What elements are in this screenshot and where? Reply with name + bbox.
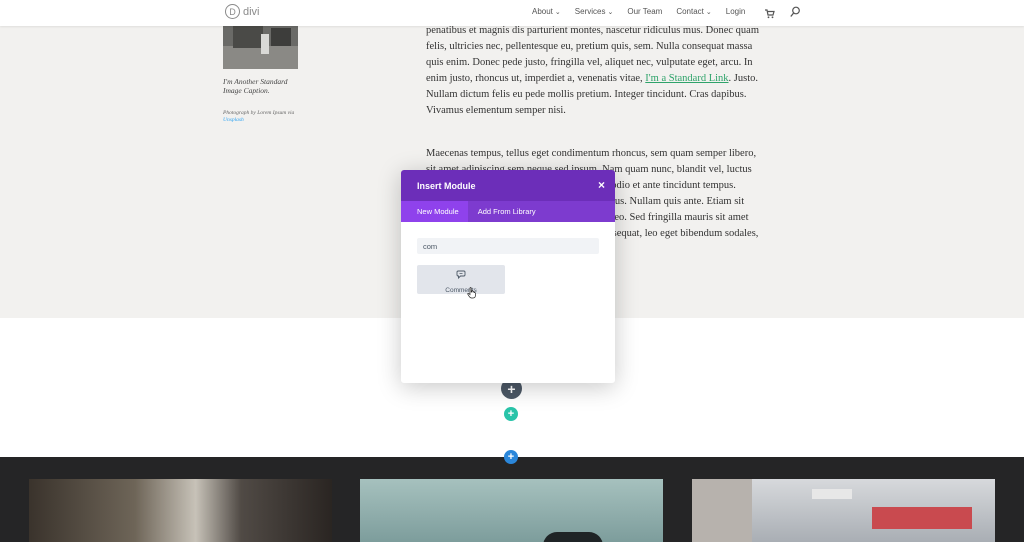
- hand-cursor-icon: [467, 286, 477, 304]
- gallery-image-2: [360, 479, 663, 542]
- article-paragraph-1: penatibus et magnis dis parturient monte…: [426, 23, 761, 119]
- standard-image: [223, 26, 298, 69]
- standard-link[interactable]: I'm a Standard Link: [645, 73, 728, 84]
- logo-text: divi: [243, 5, 260, 18]
- image-credit: Photograph by Lorem Ipsum via Unsplash: [223, 110, 298, 124]
- credit-text: Photograph by Lorem Ipsum via: [223, 110, 295, 116]
- nav-label: Login: [725, 7, 746, 16]
- chevron-down-icon: ⌄: [705, 9, 712, 16]
- insert-module-dialog: Insert Module × New Module Add From Libr…: [401, 170, 615, 383]
- add-section-button[interactable]: +: [504, 450, 518, 464]
- dialog-title: Insert Module: [417, 180, 476, 191]
- module-search-input[interactable]: [417, 238, 599, 254]
- nav-item-services[interactable]: Services ⌄: [575, 7, 614, 16]
- module-tile-comments[interactable]: Comments: [417, 265, 505, 294]
- image-detail: [872, 507, 972, 529]
- add-row-button[interactable]: +: [504, 407, 518, 421]
- image-detail: [692, 479, 752, 542]
- nav-item-login[interactable]: Login: [726, 7, 746, 16]
- search-icon[interactable]: [790, 5, 801, 23]
- main-menu: About ⌄ Services ⌄ Our Team Contact ⌄ Login: [532, 7, 759, 16]
- dialog-header: Insert Module ×: [401, 170, 615, 201]
- credit-link[interactable]: Unsplash: [223, 117, 244, 123]
- nav-label: Services: [574, 7, 606, 16]
- tab-add-from-library[interactable]: Add From Library: [468, 201, 546, 222]
- site-logo[interactable]: D divi: [225, 4, 260, 19]
- logo-mark: D: [225, 4, 240, 19]
- nav-item-contact[interactable]: Contact ⌄: [676, 7, 711, 16]
- gallery-image-1: [29, 479, 332, 542]
- dialog-tabs: New Module Add From Library: [401, 201, 615, 222]
- tab-new-module[interactable]: New Module: [401, 201, 468, 222]
- chevron-down-icon: ⌄: [554, 9, 561, 16]
- image-caption: I'm Another Standard Image Caption.: [223, 77, 288, 95]
- gallery-image-3: [692, 479, 995, 542]
- cart-icon[interactable]: [765, 6, 775, 24]
- close-icon[interactable]: ×: [598, 178, 605, 192]
- nav-item-our-team[interactable]: Our Team: [627, 7, 662, 16]
- nav-label: Contact: [676, 7, 704, 16]
- top-navigation-bar: D divi About ⌄ Services ⌄ Our Team Contact…: [0, 0, 1024, 26]
- comments-icon: [456, 266, 466, 284]
- image-detail: [543, 532, 603, 542]
- chevron-down-icon: ⌄: [607, 9, 614, 16]
- nav-item-about[interactable]: About ⌄: [532, 7, 561, 16]
- image-detail: [812, 489, 852, 499]
- nav-label: Our Team: [627, 7, 663, 16]
- nav-label: About: [532, 7, 553, 16]
